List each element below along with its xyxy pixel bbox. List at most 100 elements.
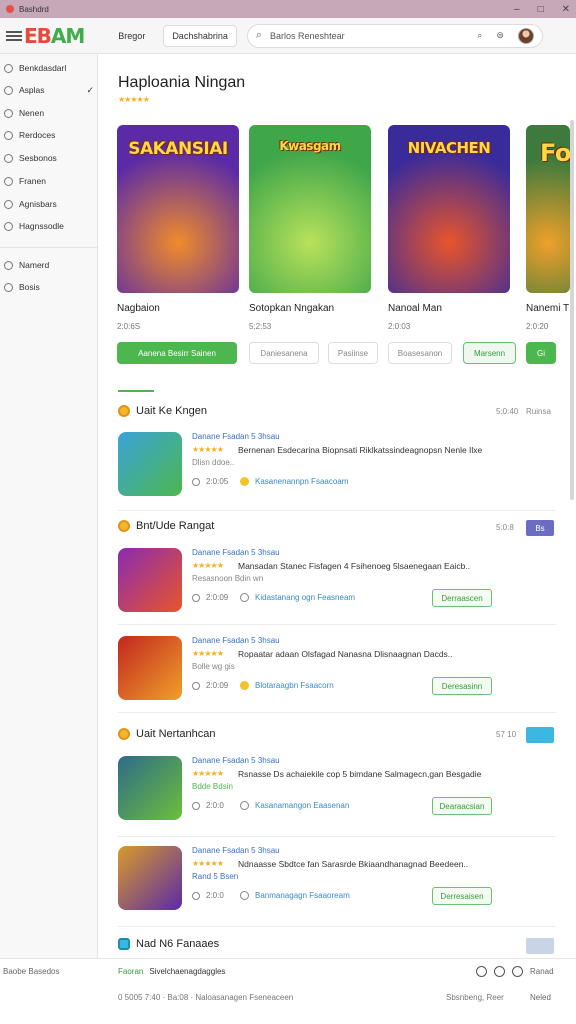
section-header: Nad N6 Fanaaes xyxy=(118,938,219,950)
section-badge[interactable] xyxy=(526,938,554,954)
item-size: 2:0:0 xyxy=(192,801,224,810)
clock-icon xyxy=(192,477,200,486)
item-title: Danane Fsadan 5 3hsau xyxy=(192,846,280,855)
tab-bregor[interactable]: Bregor xyxy=(112,26,151,46)
coin-icon xyxy=(118,520,130,532)
coin-icon xyxy=(118,405,130,417)
featured-card[interactable]: Fo xyxy=(526,125,570,293)
settings-icon[interactable]: ⊜ xyxy=(496,30,504,41)
clock-icon xyxy=(192,891,200,900)
search-icon xyxy=(240,891,249,900)
section-meta: 57 10 xyxy=(496,730,517,739)
featured-card[interactable]: SAKANSIAI xyxy=(117,125,239,293)
item-link[interactable]: Kidastanang ogn Feasneam xyxy=(240,593,355,602)
minimize-icon[interactable]: – xyxy=(514,4,520,15)
toolbar: EBAM Bregor Dachshabrina ⌕ Barlos Renesh… xyxy=(0,18,576,54)
window-titlebar: Bashdrd – □ ✕ xyxy=(0,0,576,18)
nav-icon xyxy=(4,199,13,209)
list-item[interactable]: Danane Fsadan 5 3hsau ★★★★★ Ropaatar ada… xyxy=(118,636,556,716)
window-title: Bashdrd xyxy=(19,4,49,14)
search-submit-icon[interactable]: ⌕ xyxy=(477,30,482,41)
download-button[interactable]: Deresasinn xyxy=(432,677,492,695)
section-tag[interactable]: Ruinsa xyxy=(526,407,551,416)
item-link[interactable]: Kasanenannpn Fsaacoam xyxy=(240,477,348,486)
sidebar-item[interactable]: Agnisbars xyxy=(4,196,94,212)
item-link[interactable]: Blotaraagbn Fsaacorn xyxy=(240,681,334,690)
tab-dashboard[interactable]: Dachshabrina xyxy=(163,24,237,47)
item-subtitle: Resasnoon Bdin wn xyxy=(192,574,264,583)
filter-pill[interactable]: Pasiinse xyxy=(328,342,378,364)
list-item[interactable]: Danane Fsadan 5 3hsau ★★★★★ Bernenan Esd… xyxy=(118,432,556,512)
nav-icon xyxy=(4,221,13,231)
sidebar-item[interactable]: Hagnssodle xyxy=(4,218,94,234)
sidebar-item-active[interactable]: Asplas ✓ xyxy=(4,82,94,98)
filter-pill[interactable]: Daniesanena xyxy=(249,342,319,364)
info-icon[interactable] xyxy=(476,966,487,977)
rating-stars: ★★★★★ xyxy=(192,769,224,778)
footer-label: Baobe Basedos xyxy=(3,967,60,976)
filter-pill[interactable]: Gi xyxy=(526,342,556,364)
menu-icon[interactable] xyxy=(6,30,22,41)
item-subtitle: Bolle wg gis xyxy=(192,662,235,671)
close-icon[interactable]: ✕ xyxy=(562,4,570,15)
game-thumbnail xyxy=(118,756,182,820)
card-title[interactable]: Nagbaion xyxy=(117,303,160,314)
featured-card[interactable]: NIVACHEN xyxy=(388,125,510,293)
search-icon[interactable] xyxy=(512,966,523,977)
search-icon xyxy=(240,593,249,602)
sidebar-item[interactable]: Nenen xyxy=(4,105,94,121)
footer-status-right: Sbsnbeng, Reer xyxy=(446,993,504,1002)
nav-icon xyxy=(4,108,13,118)
card-art-text: NIVACHEN xyxy=(407,139,491,157)
avatar[interactable] xyxy=(517,27,534,44)
page-title: Haploania Ningan xyxy=(118,74,246,91)
game-thumbnail xyxy=(118,432,182,496)
item-description: Bernenan Esdecarina Biopnsati Riklkatssi… xyxy=(238,445,483,455)
globe-icon[interactable] xyxy=(494,966,505,977)
app-logo[interactable]: EBAM xyxy=(24,24,85,48)
section-badge[interactable] xyxy=(526,727,554,743)
section-badge[interactable]: Bs xyxy=(526,520,554,536)
sidebar-item[interactable]: Rerdoces xyxy=(4,127,94,143)
item-link[interactable]: Banmanagagn Fsaaoream xyxy=(240,891,350,900)
scrollbar[interactable] xyxy=(570,120,574,500)
download-button[interactable]: Dearaacsian xyxy=(432,797,492,815)
sidebar-item[interactable]: Benkdasdarl xyxy=(4,60,94,76)
card-title[interactable]: Sotopkan Nngakan xyxy=(249,303,334,314)
download-button[interactable]: Derraascen xyxy=(432,589,492,607)
item-title: Danane Fsadan 5 3hsau xyxy=(192,548,280,557)
sidebar-item[interactable]: Franen xyxy=(4,173,94,189)
nav-icon xyxy=(4,85,13,95)
section-header: Bnt/Ude Rangat xyxy=(118,520,214,532)
item-subtitle: Rand 5 Bsen xyxy=(192,872,239,881)
sidebar-item[interactable]: Sesbonos xyxy=(4,150,94,166)
item-link[interactable]: Kasanamangon Eaasenan xyxy=(240,801,349,810)
item-title: Danane Fsadan 5 3hsau xyxy=(192,636,280,645)
item-size: 2:0:09 xyxy=(192,593,228,602)
clock-icon xyxy=(192,801,200,810)
nav-icon xyxy=(4,260,13,270)
download-button[interactable]: Derresaisen xyxy=(432,887,492,905)
game-thumbnail xyxy=(118,846,182,910)
search-input[interactable]: ⌕ Barlos Reneshtear ⌕ ⊜ xyxy=(246,23,543,48)
filter-pill[interactable]: Marsenn xyxy=(463,342,516,364)
footer-status-end: Neled xyxy=(530,993,551,1002)
sidebar-item[interactable]: Bosis xyxy=(4,279,94,295)
filter-pill[interactable]: Boasesanon xyxy=(388,342,452,364)
sidebar-divider xyxy=(0,247,98,248)
filter-pill-active[interactable]: Aanena Besirr Sainen xyxy=(117,342,237,364)
card-title[interactable]: Nanoal Man xyxy=(388,303,442,314)
nav-icon xyxy=(4,153,13,163)
coin-icon xyxy=(240,477,249,486)
section-header: Uait Nertanhcan xyxy=(118,728,216,740)
maximize-icon[interactable]: □ xyxy=(538,4,544,15)
list-item[interactable]: Danane Fsadan 5 3hsau ★★★★★ Rsnasse Ds a… xyxy=(118,756,556,836)
footer-right-label[interactable]: Ranad xyxy=(530,967,554,976)
featured-card[interactable]: Kwasgam xyxy=(249,125,371,293)
card-meta: 5:2:53 xyxy=(249,322,272,331)
sidebar-item[interactable]: Namerd xyxy=(4,257,94,273)
item-description: Ndnaasse Sbdtce fan Sarasrde Bkiaandhana… xyxy=(238,859,469,869)
card-title[interactable]: Nanemi T xyxy=(526,303,569,314)
list-item[interactable]: Danane Fsadan 5 3hsau ★★★★★ Mansadan Sta… xyxy=(118,548,556,628)
list-item[interactable]: Danane Fsadan 5 3hsau ★★★★★ Ndnaasse Sbd… xyxy=(118,846,556,926)
